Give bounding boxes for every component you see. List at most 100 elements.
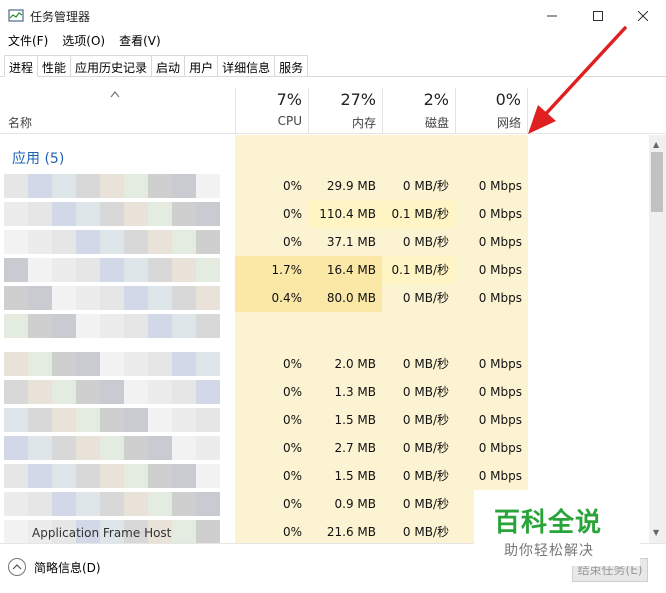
- tab-users[interactable]: 用户: [185, 55, 219, 77]
- blur-tile: [196, 314, 220, 338]
- table-row[interactable]: 1.7% 16.4 MB 0.1 MB/秒 0 Mbps: [0, 256, 650, 284]
- cell-disk: 0.1 MB/秒: [382, 200, 455, 228]
- window-title: 任务管理器: [30, 10, 91, 24]
- blur-tile: [148, 380, 172, 404]
- blur-tile: [124, 258, 148, 282]
- blur-tile: [28, 464, 52, 488]
- blur-tile: [172, 202, 196, 226]
- column-disk[interactable]: 2% 磁盘: [382, 88, 455, 134]
- table-row[interactable]: [0, 312, 650, 340]
- cell-mem: 110.4 MB: [308, 200, 382, 228]
- cell-disk: 0 MB/秒: [402, 469, 449, 483]
- tab-services[interactable]: 服务: [275, 55, 309, 77]
- fewer-details-button[interactable]: 简略信息(D): [8, 558, 101, 576]
- blur-tile: [76, 492, 100, 516]
- cell-disk: 0 MB/秒: [402, 291, 449, 305]
- blur-tile: [148, 286, 172, 310]
- blur-tile: [4, 230, 28, 254]
- table-row[interactable]: 0.4% 80.0 MB 0 MB/秒 0 Mbps: [0, 284, 650, 312]
- cell-cpu: 0%: [282, 207, 302, 221]
- scroll-down-icon[interactable]: ▼: [653, 528, 659, 537]
- chevron-up-icon: [8, 558, 26, 576]
- menu-options[interactable]: 选项(O): [62, 32, 105, 52]
- blur-tile: [196, 492, 220, 516]
- cell-cpu: [235, 312, 308, 340]
- blur-tile: [100, 352, 124, 376]
- cell-disk: [382, 312, 455, 340]
- blur-tile: [100, 464, 124, 488]
- blur-tile: [196, 286, 220, 310]
- minimize-button[interactable]: [529, 0, 575, 32]
- cpu-label: CPU: [277, 114, 302, 128]
- blur-tile: [4, 464, 28, 488]
- cell-net: 0 Mbps: [478, 207, 522, 221]
- blurred-process-name: [4, 490, 232, 518]
- table-row[interactable]: 0% 110.4 MB 0.1 MB/秒 0 Mbps: [0, 200, 650, 228]
- table-row[interactable]: 0% 2.7 MB 0 MB/秒 0 Mbps: [0, 434, 650, 462]
- tab-details[interactable]: 详细信息: [218, 55, 276, 77]
- scroll-up-icon[interactable]: ▲: [653, 140, 659, 149]
- blurred-process-name: [4, 434, 232, 462]
- column-name[interactable]: 名称: [8, 114, 32, 131]
- maximize-button[interactable]: [575, 0, 621, 32]
- table-row[interactable]: 0% 1.5 MB 0 MB/秒 0 Mbps: [0, 406, 650, 434]
- blur-tile: [172, 174, 196, 198]
- column-network[interactable]: 0% 网络: [455, 88, 528, 134]
- cell-cpu: 0%: [282, 497, 302, 511]
- blurred-process-name: [4, 378, 232, 406]
- memory-total: 27%: [340, 90, 376, 109]
- blur-tile: [76, 314, 100, 338]
- blur-tile: [196, 174, 220, 198]
- blur-tile: [4, 408, 28, 432]
- watermark-sub: 助你轻松解决: [504, 543, 594, 559]
- cell-mem: 1.5 MB: [334, 469, 376, 483]
- tab-performance[interactable]: 性能: [38, 55, 72, 77]
- blur-tile: [52, 408, 76, 432]
- blur-tile: [52, 352, 76, 376]
- blur-tile: [76, 352, 100, 376]
- blur-tile: [4, 492, 28, 516]
- blur-tile: [100, 492, 124, 516]
- scroll-thumb[interactable]: [651, 152, 663, 212]
- blur-tile: [52, 436, 76, 460]
- table-row[interactable]: 0% 37.1 MB 0 MB/秒 0 Mbps: [0, 228, 650, 256]
- blur-tile: [52, 174, 76, 198]
- maximize-icon: [593, 11, 603, 21]
- tab-processes[interactable]: 进程: [4, 55, 39, 77]
- cell-mem: 1.3 MB: [334, 385, 376, 399]
- blur-tile: [28, 258, 52, 282]
- close-button[interactable]: [620, 0, 666, 32]
- blur-tile: [124, 436, 148, 460]
- tab-app-history[interactable]: 应用历史记录: [71, 55, 153, 77]
- column-cpu[interactable]: 7% CPU: [235, 88, 308, 134]
- blur-tile: [124, 230, 148, 254]
- table-row[interactable]: 0% 2.0 MB 0 MB/秒 0 Mbps: [0, 350, 650, 378]
- cell-disk: 0 MB/秒: [402, 235, 449, 249]
- menu-view[interactable]: 查看(V): [119, 32, 161, 52]
- table-row[interactable]: 0% 1.5 MB 0 MB/秒 0 Mbps: [0, 462, 650, 490]
- blur-tile: [148, 352, 172, 376]
- blur-tile: [28, 314, 52, 338]
- cell-disk: 0 MB/秒: [402, 413, 449, 427]
- blur-tile: [100, 314, 124, 338]
- cell-disk: 0.1 MB/秒: [382, 256, 455, 284]
- cell-net: 0 Mbps: [478, 441, 522, 455]
- blur-tile: [4, 314, 28, 338]
- menu-file[interactable]: 文件(F): [8, 32, 48, 52]
- column-memory[interactable]: 27% 内存: [308, 88, 382, 134]
- blurred-process-name: [4, 228, 232, 256]
- blurred-process-name: [4, 256, 232, 284]
- blur-tile: [196, 408, 220, 432]
- tab-startup[interactable]: 启动: [152, 55, 186, 77]
- blur-tile: [172, 436, 196, 460]
- table-row[interactable]: 0% 1.3 MB 0 MB/秒 0 Mbps: [0, 378, 650, 406]
- blur-tile: [148, 492, 172, 516]
- blur-tile: [196, 436, 220, 460]
- blur-tile: [124, 202, 148, 226]
- blur-tile: [4, 352, 28, 376]
- table-row[interactable]: 0% 29.9 MB 0 MB/秒 0 Mbps: [0, 172, 650, 200]
- section-apps-title[interactable]: 应用 (5): [12, 148, 64, 168]
- blur-tile: [52, 202, 76, 226]
- blur-tile: [4, 380, 28, 404]
- cell-disk: 0 MB/秒: [402, 357, 449, 371]
